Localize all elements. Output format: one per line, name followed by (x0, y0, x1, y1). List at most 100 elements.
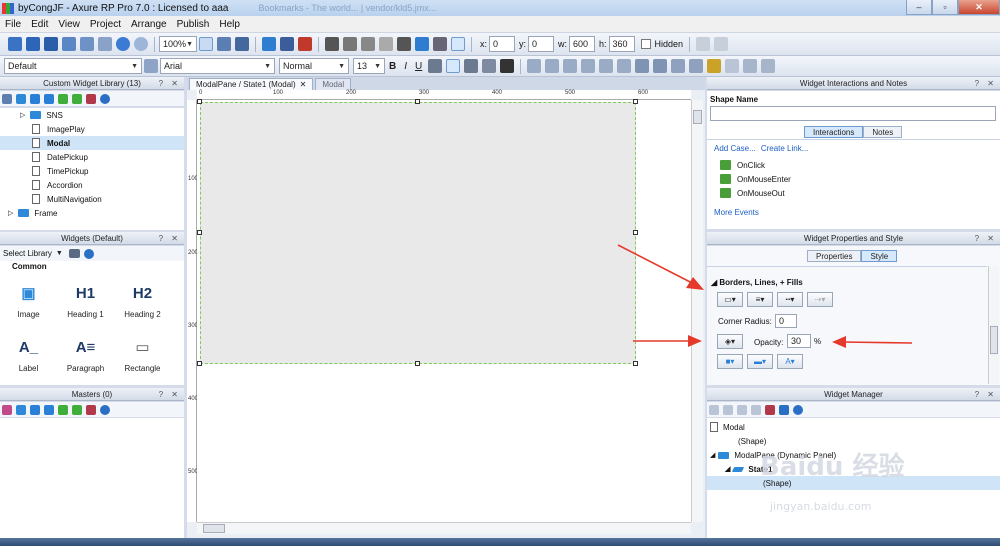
font-weight-select[interactable]: Normal ▼ (279, 58, 349, 74)
move-up-icon[interactable] (30, 404, 40, 415)
menu-icon[interactable] (68, 249, 80, 258)
move-up-icon[interactable] (737, 404, 747, 415)
resize-handle-tm[interactable] (415, 99, 420, 104)
align-box-icon[interactable] (451, 37, 465, 51)
delete-icon[interactable] (86, 93, 96, 104)
unlock-icon[interactable] (725, 59, 740, 73)
resize-handle-bl[interactable] (197, 361, 202, 366)
modal-overlay-shape[interactable] (200, 102, 636, 364)
font-select[interactable]: Arial ▼ (160, 58, 275, 74)
hidden-checkbox[interactable] (640, 39, 651, 49)
width-field[interactable]: 600 (569, 36, 596, 52)
paste-icon[interactable] (98, 37, 112, 51)
border-color-button[interactable]: ▭▾ (717, 292, 743, 307)
indent-icon[interactable] (58, 93, 68, 104)
resize-handle-br[interactable] (633, 361, 638, 366)
style-select[interactable]: Default ▼ (4, 58, 142, 74)
widget-rectangle[interactable]: ▭ Rectangle (114, 336, 171, 373)
corner-radius-input[interactable]: 0 (775, 314, 797, 328)
tab-style[interactable]: Style (861, 250, 898, 262)
tree-item-multinavigation[interactable]: MultiNavigation (0, 192, 184, 206)
outdent-icon[interactable] (72, 93, 82, 104)
connector-mode-icon[interactable] (235, 37, 249, 51)
redo-icon[interactable] (134, 37, 148, 51)
tree-item-sns[interactable]: ▷ SNS (0, 108, 184, 122)
bold-button[interactable]: B (389, 61, 396, 72)
event-onmouseout[interactable]: OnMouseOut (720, 186, 791, 200)
shape-name-input[interactable] (710, 106, 996, 121)
add-folder-icon[interactable] (16, 404, 26, 415)
align-right-objects-icon[interactable] (563, 59, 578, 73)
height-field[interactable]: 360 (608, 36, 635, 52)
indent-icon[interactable] (58, 404, 68, 415)
connector-icon[interactable] (217, 37, 231, 51)
open-icon[interactable] (26, 37, 40, 51)
maximize-button[interactable]: ▫ (932, 0, 958, 15)
text-color-icon[interactable] (500, 59, 515, 73)
search-icon[interactable] (100, 93, 110, 104)
widget-heading1[interactable]: H1 Heading 1 (57, 282, 114, 320)
underline-button[interactable]: U (415, 61, 422, 72)
add-case-link[interactable]: Add Case... (714, 144, 756, 153)
menu-project[interactable]: Project (85, 19, 126, 30)
add-master-icon[interactable] (2, 404, 12, 415)
zoom-select[interactable]: 100% ▼ (159, 36, 197, 52)
redo-disabled-icon[interactable] (714, 37, 729, 51)
filter-icon[interactable] (779, 404, 789, 415)
tree-item-accordion[interactable]: Accordion (0, 178, 184, 192)
preview-icon[interactable] (262, 37, 276, 51)
ungroup-icon[interactable] (689, 59, 704, 73)
resize-handle-tr[interactable] (633, 99, 638, 104)
resize-handle-ml[interactable] (197, 230, 202, 235)
tab-notes[interactable]: Notes (863, 126, 903, 138)
resize-handle-mr[interactable] (633, 230, 638, 235)
widget-label[interactable]: A_ Label (0, 336, 57, 374)
menu-file[interactable]: File (0, 19, 26, 30)
align-top-icon[interactable] (581, 59, 596, 73)
align-center-objects-icon[interactable] (545, 59, 560, 73)
line-pattern-button[interactable]: ┅▾ (777, 292, 803, 307)
distribute-v-icon[interactable] (761, 59, 776, 73)
add-state-icon[interactable] (709, 404, 719, 415)
create-link-link[interactable]: Create Link... (761, 144, 809, 153)
arrow-style-icon[interactable] (379, 37, 393, 51)
move-up-icon[interactable] (30, 93, 40, 104)
delete-icon[interactable] (86, 404, 96, 415)
widget-heading2[interactable]: H2 Heading 2 (114, 282, 171, 320)
canvas-horizontal-scrollbar[interactable] (197, 522, 691, 534)
tree-item-modal[interactable]: Modal (0, 136, 184, 150)
group-icon[interactable] (671, 59, 686, 73)
menu-help[interactable]: Help (214, 19, 245, 30)
generate-icon[interactable] (298, 37, 312, 51)
select-library-dropdown[interactable]: Select Library (3, 249, 52, 258)
align-middle-icon[interactable] (599, 59, 614, 73)
align-left-objects-icon[interactable] (527, 59, 542, 73)
copy-icon[interactable] (80, 37, 94, 51)
new-icon[interactable] (8, 37, 22, 51)
y-field[interactable]: 0 (528, 36, 555, 52)
opacity-input[interactable]: 30 (787, 334, 811, 348)
tree-item-frame[interactable]: ▷ Frame (0, 206, 184, 220)
shadow-icon[interactable] (415, 37, 429, 51)
tab-modal[interactable]: Modal (315, 78, 352, 90)
common-section[interactable]: Common (12, 262, 184, 271)
move-down-icon[interactable] (751, 404, 761, 415)
text-shadow-button[interactable]: A▾ (777, 354, 803, 369)
borders-section-title[interactable]: ◢ Borders, Lines, + Fills (711, 278, 803, 287)
tab-properties[interactable]: Properties (807, 250, 862, 262)
add-page-icon[interactable] (2, 93, 12, 104)
more-events-link[interactable]: More Events (714, 208, 759, 217)
move-down-icon[interactable] (44, 404, 54, 415)
distribute-h-icon[interactable] (743, 59, 758, 73)
move-down-icon[interactable] (44, 93, 54, 104)
tab-modalpane-state1[interactable]: ModalPane / State1 (Modal) ✕ (189, 78, 314, 90)
shadow-inner-button[interactable]: ▬▾ (747, 354, 773, 369)
wm-item-modal[interactable]: Modal (707, 420, 1000, 434)
tree-item-imageplay[interactable]: ImagePlay (0, 122, 184, 136)
align-bottom-icon[interactable] (617, 59, 632, 73)
search-icon[interactable] (793, 404, 803, 415)
publish-icon[interactable] (280, 37, 294, 51)
padding-icon[interactable] (433, 37, 447, 51)
outdent-icon[interactable] (72, 404, 82, 415)
resize-handle-bm[interactable] (415, 361, 420, 366)
